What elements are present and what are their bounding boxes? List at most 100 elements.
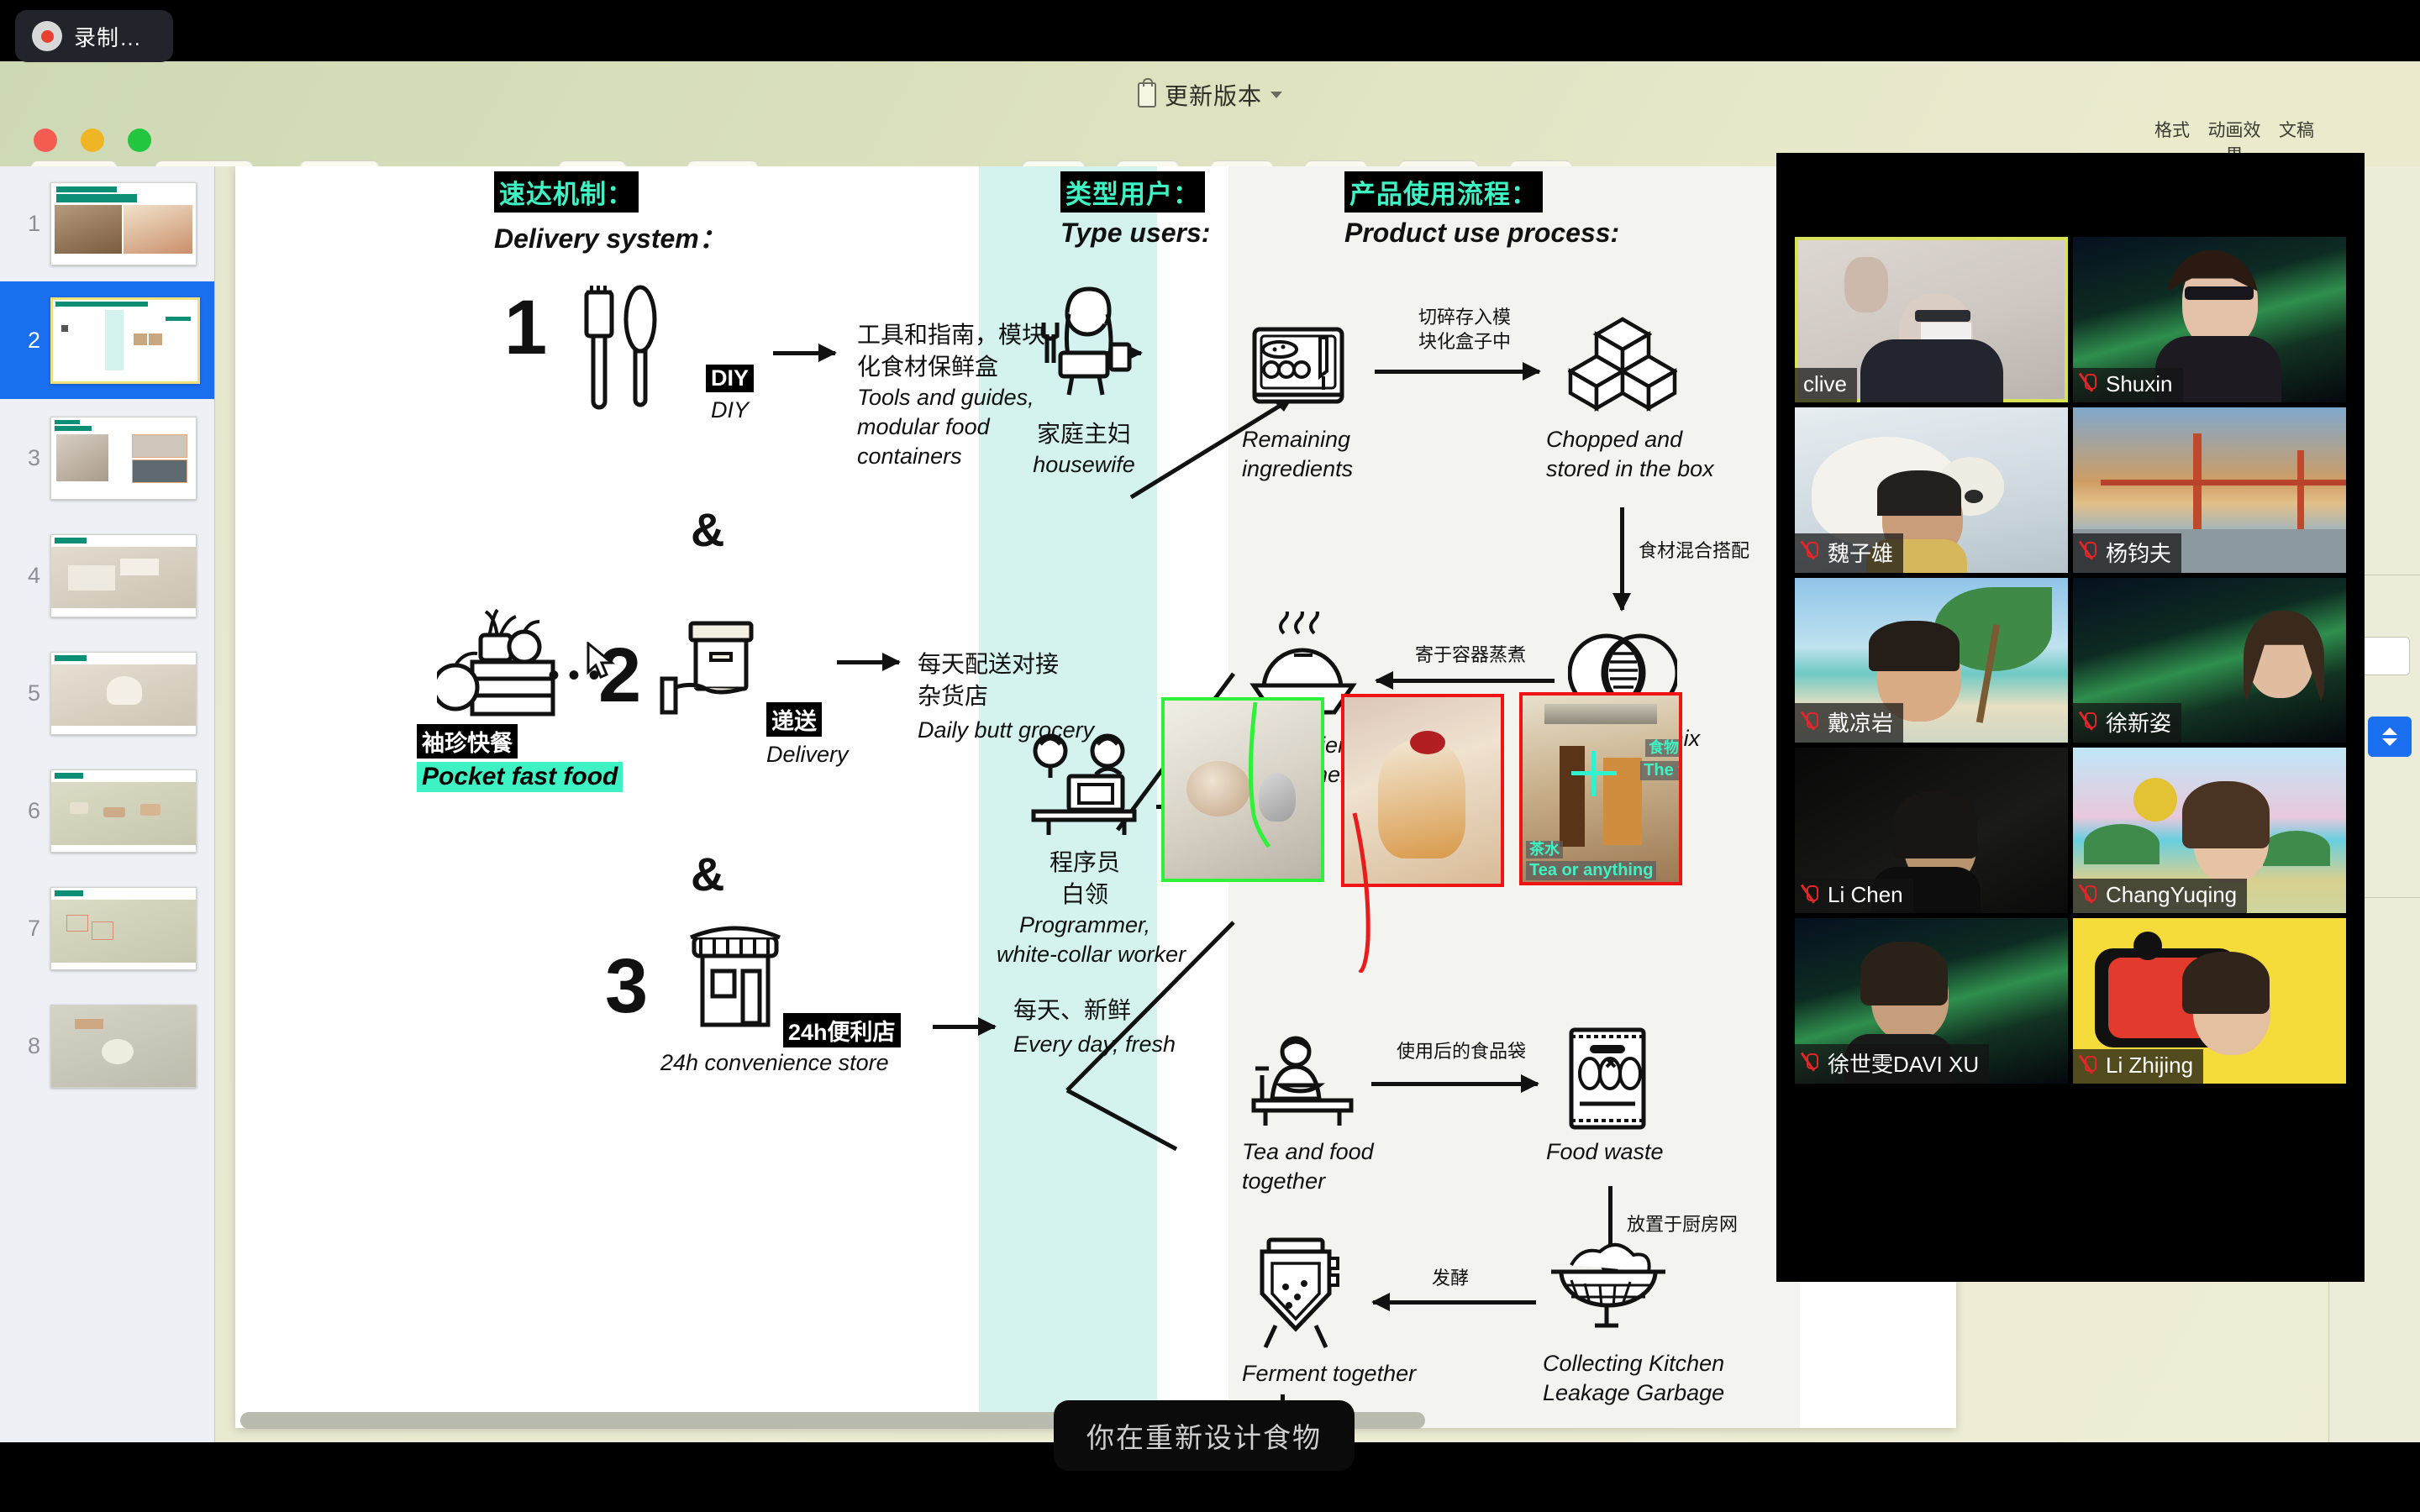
pocket-fast-food-label: 袖珍快餐 Pocket fast food bbox=[417, 724, 623, 792]
slide-number: 3 bbox=[27, 444, 40, 470]
slide-navigator[interactable]: 1 2 3 4 5 6 7 8 bbox=[0, 166, 215, 1442]
photo-3[interactable]: 茶水 Tea or anything 食物 The f bbox=[1519, 692, 1682, 885]
convenience-store-icon bbox=[690, 926, 781, 1027]
sidebar-item-slide-3[interactable]: 3 bbox=[0, 399, 214, 517]
slide-thumbnail[interactable] bbox=[50, 182, 197, 265]
sidebar-item-slide-6[interactable]: 6 bbox=[0, 752, 214, 869]
participant-tile-dailiangyan[interactable]: 戴凉岩 bbox=[1795, 577, 2068, 743]
cubes-icon bbox=[1568, 317, 1677, 412]
node-label-2: ingredients bbox=[1242, 456, 1354, 482]
participant-name: clive bbox=[1795, 367, 1858, 402]
arrow-chopped-to-mix bbox=[1612, 507, 1631, 612]
node-label-1: Collecting Kitchen bbox=[1543, 1351, 1725, 1376]
slide-thumbnail[interactable] bbox=[50, 886, 197, 970]
housewife-icon bbox=[1041, 286, 1132, 396]
participant-tile-xushiwen[interactable]: 徐世雯DAVI XU bbox=[1795, 918, 2068, 1084]
sidebar-item-slide-4[interactable]: 4 bbox=[0, 517, 214, 634]
slide-thumbnail[interactable] bbox=[50, 651, 197, 735]
photo-2[interactable] bbox=[1341, 694, 1504, 887]
sidebar-item-slide-5[interactable]: 5 bbox=[0, 634, 214, 752]
section-title-process: 产品使用流程： Product use process: bbox=[1344, 171, 1619, 249]
participant-name: Li Zhijing bbox=[2073, 1049, 2204, 1084]
node-remaining-label: Remaining ingredients bbox=[1242, 425, 1353, 484]
document-lock-icon bbox=[1137, 78, 1156, 108]
section-title-users: 类型用户： Type users: bbox=[1060, 171, 1210, 249]
participant-tile-changyuqing[interactable]: ChangYuqing bbox=[2073, 748, 2346, 914]
photo-3-label2-cn: 食物 bbox=[1645, 739, 1679, 757]
participant-name: 戴凉岩 bbox=[1795, 703, 1904, 743]
section-title-cn: 产品使用流程： bbox=[1344, 171, 1543, 213]
ampersand-2: & bbox=[691, 848, 725, 900]
node-label-2: Leakage Garbage bbox=[1543, 1380, 1725, 1406]
person-eating-icon bbox=[1251, 1036, 1354, 1126]
sidebar-item-slide-8[interactable]: 8 bbox=[0, 987, 214, 1105]
zoom-participant-grid: clive Shuxin 魏子雄 杨钧夫 戴凉岩 徐新姿 Li Chen Cha… bbox=[1795, 237, 2346, 1084]
arrow-step2-to-result bbox=[837, 653, 901, 671]
screen-recording-indicator[interactable]: 录制… bbox=[15, 10, 173, 62]
utensils-icon bbox=[584, 285, 657, 410]
mute-icon bbox=[1803, 1053, 1820, 1074]
inspector-stepper[interactable] bbox=[2368, 717, 2412, 757]
zoom-button[interactable] bbox=[128, 129, 151, 152]
arrow-tea-to-waste bbox=[1371, 1074, 1539, 1093]
slide-thumbnail[interactable] bbox=[50, 533, 197, 617]
sidebar-item-slide-7[interactable]: 7 bbox=[0, 869, 214, 987]
participant-tile-clive[interactable]: clive bbox=[1795, 237, 2068, 402]
arrow-collecting-to-ferment bbox=[1371, 1293, 1536, 1311]
slide-thumbnail[interactable] bbox=[50, 297, 200, 384]
document-title-chevron-icon[interactable] bbox=[1270, 92, 1282, 98]
node-collecting-label: Collecting Kitchen Leakage Garbage bbox=[1543, 1349, 1724, 1408]
ampersand-1: & bbox=[691, 503, 725, 556]
participant-tile-xuxinzi[interactable]: 徐新姿 bbox=[2073, 577, 2346, 743]
window-traffic-lights[interactable] bbox=[34, 129, 151, 152]
user-housewife-label: 家庭主妇 housewife bbox=[1025, 418, 1143, 480]
participant-tile-lichen[interactable]: Li Chen bbox=[1795, 748, 2068, 914]
participant-name: Shuxin bbox=[2073, 367, 2183, 402]
close-button[interactable] bbox=[34, 129, 57, 152]
mute-icon bbox=[1803, 541, 1820, 563]
slide-thumbnail[interactable] bbox=[50, 1004, 197, 1088]
pocket-fast-food-cn: 袖珍快餐 bbox=[417, 724, 518, 759]
arrow-step1-to-result bbox=[773, 344, 837, 362]
mute-icon bbox=[1803, 885, 1820, 906]
node-food-waste-label: Food waste bbox=[1546, 1139, 1664, 1164]
participant-tile-yangjunfu[interactable]: 杨钧夫 bbox=[2073, 407, 2346, 573]
edge-foodbag-label: 使用后的食品袋 bbox=[1397, 1041, 1527, 1062]
mute-icon bbox=[2081, 373, 2098, 395]
participant-name: 徐新姿 bbox=[2073, 703, 2182, 743]
delivery-tag-cn: 递送 bbox=[766, 702, 822, 737]
slide-thumbnail[interactable] bbox=[50, 416, 197, 500]
node-label-1: Tea and food bbox=[1242, 1139, 1374, 1164]
participant-tile-weizixiong[interactable]: 魏子雄 bbox=[1795, 407, 2068, 573]
slide-number: 5 bbox=[27, 680, 40, 706]
mute-icon bbox=[2081, 711, 2098, 733]
section-title-en: Product use process: bbox=[1344, 218, 1620, 248]
participant-tile-lizhijing[interactable]: Li Zhijing bbox=[2073, 918, 2346, 1084]
mouse-cursor bbox=[587, 642, 615, 679]
photo-1[interactable] bbox=[1161, 697, 1324, 882]
sidebar-item-slide-1[interactable]: 1 bbox=[0, 166, 214, 281]
current-slide[interactable]: 速达机制： Delivery system： 类型用户： Type users:… bbox=[235, 166, 1956, 1428]
record-dot-icon bbox=[32, 21, 62, 51]
food-bag-icon bbox=[1569, 1027, 1646, 1130]
sidebar-item-slide-2[interactable]: 2 bbox=[0, 281, 214, 399]
housewife-en: housewife bbox=[1033, 451, 1135, 477]
zoom-meeting-window[interactable]: clive Shuxin 魏子雄 杨钧夫 戴凉岩 徐新姿 Li Chen Cha… bbox=[1776, 153, 2365, 1282]
node-ferment-label: Ferment together bbox=[1242, 1361, 1417, 1386]
cutting-board-icon bbox=[1252, 327, 1344, 404]
minimize-button[interactable] bbox=[81, 129, 104, 152]
slide-number: 4 bbox=[27, 562, 40, 588]
document-title: 更新版本 bbox=[1164, 83, 1262, 109]
participant-tile-shuxin[interactable]: Shuxin bbox=[2073, 237, 2346, 402]
recording-label: 录制… bbox=[74, 24, 143, 50]
node-label-1: Chopped and bbox=[1546, 427, 1683, 452]
slide-thumbnail[interactable] bbox=[50, 769, 197, 853]
programmer-en-2: white-collar worker bbox=[997, 941, 1186, 967]
delivery-step-1-tag: DIY DIY bbox=[706, 365, 755, 423]
mute-icon bbox=[2081, 885, 2098, 906]
slide-number: 1 bbox=[27, 211, 40, 236]
participant-name: 杨钧夫 bbox=[2073, 533, 2182, 573]
housewife-cn: 家庭主妇 bbox=[1036, 421, 1131, 447]
participant-name: ChangYuqing bbox=[2073, 879, 2248, 914]
slide-number: 2 bbox=[27, 327, 40, 353]
